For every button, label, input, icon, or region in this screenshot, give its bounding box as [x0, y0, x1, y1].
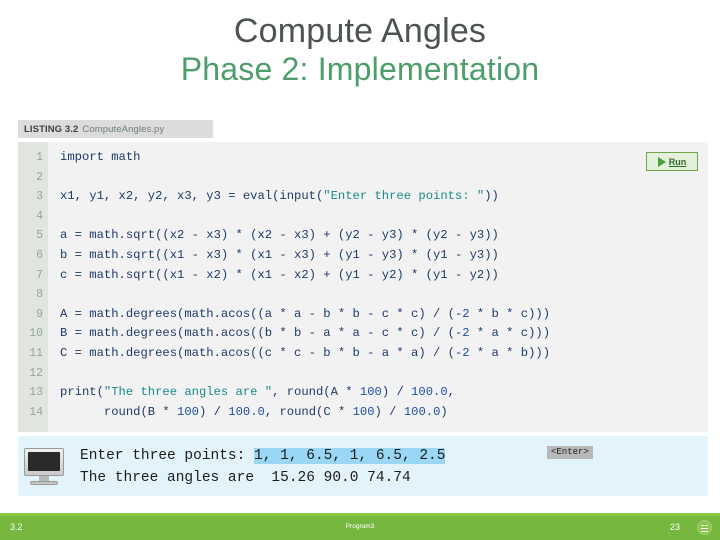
listing-label: LISTING 3.2 — [24, 123, 79, 135]
console-prompt: Enter three points: — [80, 448, 255, 464]
line-number: 5 — [36, 229, 43, 243]
console-output-panel: Enter three points: 1, 1, 6.5, 1, 6.5, 2… — [18, 436, 708, 496]
code-line: b = math.sqrt((x1 - x3) * (x1 - x3) + (y… — [60, 247, 499, 262]
listing-header: LISTING 3.2 ComputeAngles.py — [18, 120, 213, 138]
line-number-gutter: 1 2 3 4 5 6 7 8 9 10 11 12 13 14 — [18, 142, 48, 432]
code-listing: import math x1, y1, x2, y2, x3, y3 = eva… — [48, 142, 708, 432]
title-block: Compute Angles Phase 2: Implementation — [0, 0, 720, 89]
line-number: 13 — [29, 386, 43, 400]
code-line: x1, y1, x2, y2, x3, y3 = eval(input("Ent… — [60, 189, 499, 204]
line-number: 7 — [36, 268, 43, 282]
line-number: 11 — [29, 346, 43, 360]
line-number: 3 — [36, 190, 43, 204]
footer-program-label: Program3 — [345, 523, 375, 530]
console-user-input: 1, 1, 6.5, 1, 6.5, 2.5 — [254, 448, 446, 464]
code-line: round(B * 100) / 100.0, round(C * 100) /… — [60, 404, 448, 419]
footer-bar: 3.2 Program3 23 — [0, 516, 720, 540]
footer-page-number: 23 — [669, 522, 680, 532]
monitor-icon — [20, 448, 68, 488]
console-result-line: The three angles are 15.26 90.0 74.74 — [80, 470, 411, 486]
play-icon — [657, 156, 666, 167]
console-text: Enter three points: 1, 1, 6.5, 1, 6.5, 2… — [80, 445, 446, 489]
page-subtitle: Phase 2: Implementation — [180, 51, 540, 88]
line-number: 12 — [29, 366, 43, 380]
enter-key-badge: <Enter> — [547, 446, 593, 459]
line-number: 6 — [36, 248, 43, 262]
line-number: 14 — [29, 405, 43, 419]
code-line: a = math.sqrt((x2 - x3) * (x2 - x3) + (y… — [60, 228, 499, 243]
menu-logo-icon[interactable] — [697, 520, 712, 535]
line-number: 10 — [29, 327, 43, 341]
run-button[interactable]: Run — [646, 152, 698, 171]
line-number: 4 — [36, 209, 43, 223]
code-line: C = math.degrees(math.acos((c * c - b * … — [60, 345, 551, 360]
listing-filename: ComputeAngles.py — [82, 123, 165, 135]
code-panel: 1 2 3 4 5 6 7 8 9 10 11 12 13 14 import math x1, y1, … — [18, 142, 708, 432]
code-line: A = math.degrees(math.acos((a * a - b * … — [60, 306, 551, 321]
line-number: 8 — [36, 288, 43, 302]
line-number: 9 — [36, 307, 43, 321]
code-line: import math — [60, 150, 141, 164]
line-number: 1 — [36, 151, 43, 164]
code-line: B = math.degrees(math.acos((b * b - a * … — [60, 326, 551, 341]
code-line: print("The three angles are ", round(A *… — [60, 385, 455, 400]
line-number: 2 — [36, 170, 43, 184]
run-button-label: Run — [668, 156, 687, 167]
page-title: Compute Angles — [233, 12, 487, 50]
code-line: c = math.sqrt((x1 - x2) * (x1 - x2) + (y… — [60, 267, 499, 282]
